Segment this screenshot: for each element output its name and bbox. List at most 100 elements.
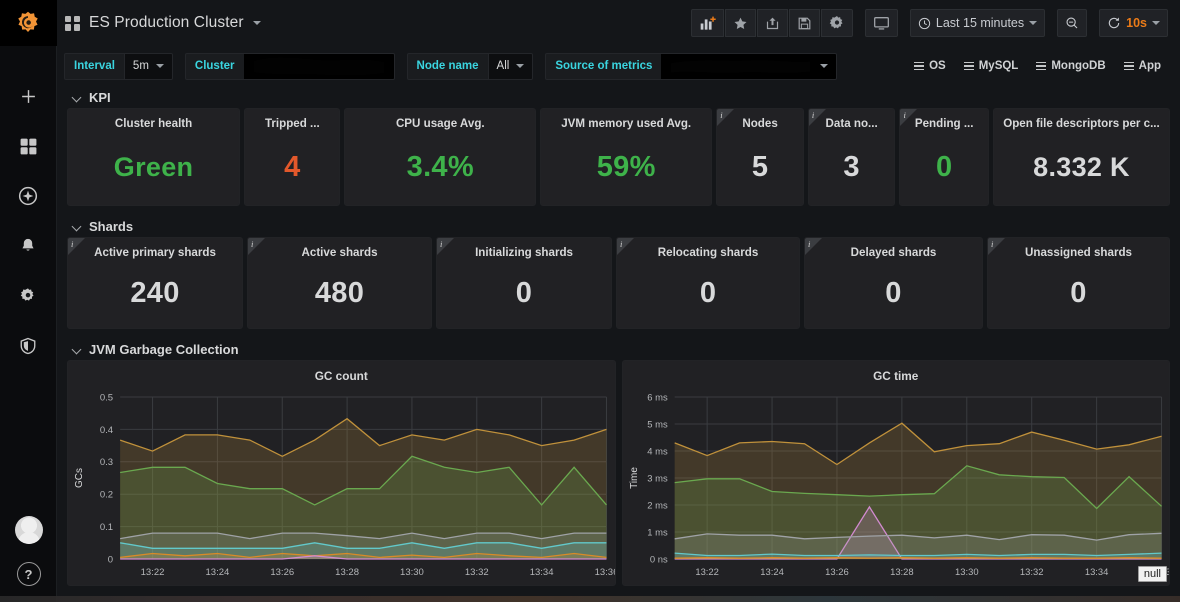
y-tick-label: 6 ms	[647, 392, 668, 403]
chevron-down-icon	[73, 93, 82, 102]
panel-gc-time[interactable]: GC time 0 ns 1 ms 2 ms 3 ms 4 ms 5 ms 6 ms 13:2…	[621, 360, 1170, 586]
row-header-shards[interactable]: Shards	[65, 215, 1172, 237]
chevron-down-icon	[1152, 21, 1160, 25]
panel-open-file-descriptors[interactable]: Open file descriptors per c... 8.332 K	[992, 108, 1170, 206]
sidebar-items	[14, 82, 42, 360]
panel-tripped-breakers[interactable]: Tripped ... 4	[244, 108, 341, 206]
sidebar-item-configuration[interactable]	[14, 282, 42, 310]
variable-source-of-metrics-value-redacted[interactable]	[661, 53, 837, 79]
y-axis-label: GCs	[74, 468, 85, 488]
user-avatar[interactable]	[14, 516, 43, 544]
panel-active-shards[interactable]: i Active shards 480	[247, 237, 432, 329]
panel-info-corner[interactable]	[808, 109, 826, 126]
panel-title: Open file descriptors per c...	[1003, 117, 1160, 130]
x-tick-label: 13:36	[595, 567, 615, 578]
y-tick-label: 3 ms	[647, 473, 668, 484]
star-dashboard-button[interactable]	[724, 9, 756, 37]
variable-label: Source of metrics	[555, 60, 653, 72]
dashboard-settings-button[interactable]	[820, 9, 853, 37]
row-header-kpi[interactable]: KPI	[65, 86, 1172, 108]
zoom-out-time-button[interactable]	[1057, 9, 1088, 37]
nav-link-os[interactable]: OS	[905, 53, 955, 80]
variable-node-name-value[interactable]: All	[487, 53, 533, 79]
gc-count-chart: 0 0.1 0.2 0.3 0.4 0.5 13:22 13:24 13:26 13:28 13:3…	[74, 392, 615, 578]
tv-mode-button[interactable]	[864, 9, 898, 37]
stat-value: 240	[130, 277, 180, 309]
panel-pending-tasks[interactable]: i Pending ... 0	[899, 108, 989, 206]
y-tick-label: 4 ms	[647, 446, 668, 457]
x-tick-label: 13:28	[890, 567, 914, 578]
panel-title: Delayed shards	[850, 246, 937, 259]
nav-link-mongodb[interactable]: MongoDB	[1027, 53, 1114, 80]
panel-info-corner[interactable]	[437, 238, 454, 255]
panel-gc-count[interactable]: GC count 0 0.1 0.2 0.3 0.4 0.5 13:22 13:24 13:26…	[67, 360, 616, 586]
variable-value-text: 5m	[132, 60, 149, 72]
panel-data-nodes[interactable]: i Data no... 3	[807, 108, 896, 206]
panel-delayed-shards[interactable]: i Delayed shards 0	[804, 237, 984, 329]
share-dashboard-button[interactable]	[756, 9, 788, 37]
x-tick-label: 13:34	[1084, 567, 1108, 578]
sidebar-item-explore[interactable]	[14, 182, 42, 210]
dashboard-action-group	[690, 9, 853, 37]
panel-title: Relocating shards	[657, 246, 759, 259]
sidebar-item-create[interactable]	[14, 82, 42, 110]
panel-cpu-usage-avg[interactable]: CPU usage Avg. 3.4%	[344, 108, 537, 206]
save-dashboard-button[interactable]	[788, 9, 820, 37]
panel-unassigned-shards[interactable]: i Unassigned shards 0	[987, 237, 1170, 329]
menu-icon	[1036, 61, 1047, 71]
x-tick-label: 13:32	[1019, 567, 1043, 578]
os-taskbar	[0, 596, 1180, 602]
panel-active-primary-shards[interactable]: i Active primary shards 240	[67, 237, 244, 329]
add-panel-button[interactable]	[690, 9, 724, 37]
nav-link-app[interactable]: App	[1115, 53, 1170, 80]
y-tick-label: 0.1	[100, 522, 113, 533]
time-range-picker[interactable]: Last 15 minutes	[909, 9, 1046, 37]
panel-title: GC time	[873, 369, 919, 383]
panel-info-corner[interactable]	[988, 238, 1006, 255]
panel-relocating-shards[interactable]: i Relocating shards 0	[616, 237, 801, 329]
variable-interval: Interval 5m	[64, 52, 173, 80]
panel-info-corner[interactable]	[617, 238, 635, 255]
panel-title: CPU usage Avg.	[395, 117, 485, 130]
dashboard-title-picker[interactable]: ES Production Cluster	[65, 14, 261, 32]
stat-value: 0	[885, 277, 902, 309]
panel-title: Initializing shards	[475, 246, 573, 259]
shards-panel-row: i Active primary shards 240 i Active shards 4…	[65, 237, 1172, 329]
menu-icon	[1123, 61, 1134, 71]
help-icon[interactable]: ?	[16, 562, 41, 586]
nav-link-mysql[interactable]: MySQL	[955, 53, 1028, 80]
sidebar-item-alerting[interactable]	[14, 232, 42, 260]
navbar-actions: Last 15 minutes 10s	[690, 9, 1168, 37]
graph-tooltip: null	[1137, 566, 1167, 582]
left-sidebar: ?	[0, 0, 57, 602]
panel-title: Tripped ...	[264, 117, 320, 130]
chevron-down-icon	[1029, 21, 1038, 25]
panel-jvm-memory-used-avg[interactable]: JVM memory used Avg. 59%	[540, 108, 713, 206]
refresh-picker[interactable]: 10s	[1099, 9, 1168, 37]
panel-cluster-health[interactable]: Cluster health Green	[67, 108, 241, 206]
grafana-logo[interactable]	[0, 0, 57, 46]
panel-title: Pending ...	[914, 117, 974, 130]
variable-label: Node name	[416, 60, 479, 72]
variable-node-name: Node name All	[406, 52, 534, 80]
x-tick-label: 13:26	[270, 567, 294, 578]
sidebar-item-server-admin[interactable]	[14, 332, 42, 360]
panel-info-corner[interactable]	[805, 238, 823, 255]
variable-interval-value[interactable]: 5m	[123, 53, 172, 79]
variable-value-text: All	[496, 60, 510, 72]
panel-info-corner[interactable]	[900, 109, 918, 126]
menu-icon	[914, 61, 925, 71]
variable-cluster-value-redacted[interactable]	[243, 53, 394, 79]
x-tick-label: 13:28	[335, 567, 359, 578]
panel-info-corner[interactable]	[717, 109, 735, 126]
row-header-jvm-garbage-collection[interactable]: JVM Garbage Collection	[65, 338, 1172, 360]
sidebar-item-dashboards[interactable]	[14, 132, 42, 160]
panel-info-corner[interactable]	[248, 238, 266, 255]
panel-nodes[interactable]: i Nodes 5	[716, 108, 804, 206]
panel-initializing-shards[interactable]: i Initializing shards 0	[436, 237, 613, 329]
nav-link-label: MongoDB	[1051, 60, 1106, 72]
variable-source-of-metrics: Source of metrics	[545, 52, 838, 80]
panel-info-corner[interactable]	[68, 238, 85, 255]
y-tick-label: 0.3	[100, 457, 113, 468]
panel-title: Nodes	[742, 117, 778, 130]
